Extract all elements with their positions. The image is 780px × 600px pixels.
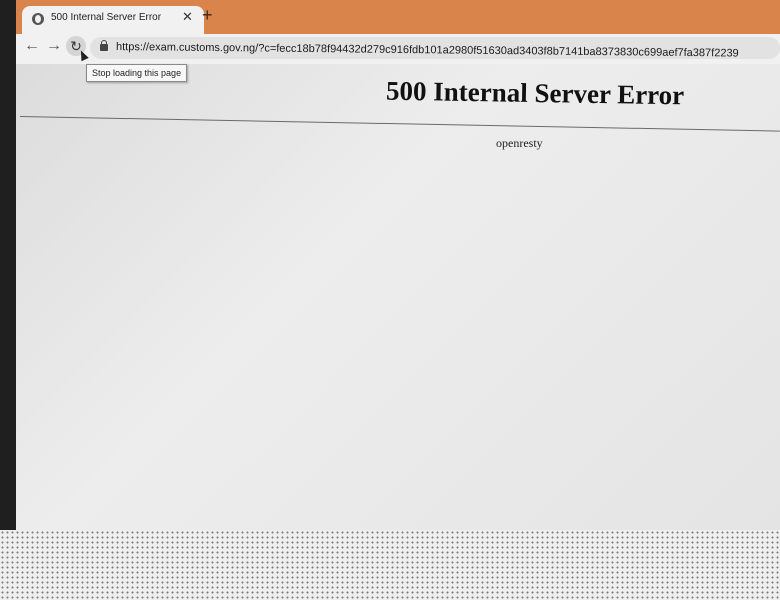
back-arrow-icon[interactable]: ← (24, 36, 40, 56)
screen-texture-left (0, 545, 400, 600)
page-title: 500 Internal Server Error (385, 75, 685, 111)
page-content: 500 Internal Server Error openresty (16, 64, 780, 545)
forward-arrow-icon[interactable]: → (46, 36, 62, 56)
server-name: openresty (496, 136, 543, 150)
browser-tab[interactable]: 500 Internal Server Error ✕ (22, 6, 204, 36)
address-bar[interactable]: https://exam.customs.gov.ng/?c=fecc18b78… (90, 37, 780, 60)
url-text[interactable]: https://exam.customs.gov.ng/?c=fecc18b78… (116, 41, 739, 60)
browser-toolbar: ← → ↻ https://exam.customs.gov.ng/?c=fec… (16, 34, 780, 64)
new-tab-button[interactable]: + (202, 6, 213, 24)
tab-strip: 500 Internal Server Error ✕ + (16, 0, 780, 36)
tab-title: 500 Internal Server Error (51, 12, 162, 23)
close-icon[interactable]: ✕ (182, 9, 193, 25)
lock-icon (100, 40, 108, 51)
divider (19, 116, 780, 132)
globe-icon (32, 13, 44, 25)
monitor-screen: 500 Internal Server Error ✕ + ← → ↻ http… (16, 0, 780, 545)
tooltip: Stop loading this page (86, 64, 188, 82)
